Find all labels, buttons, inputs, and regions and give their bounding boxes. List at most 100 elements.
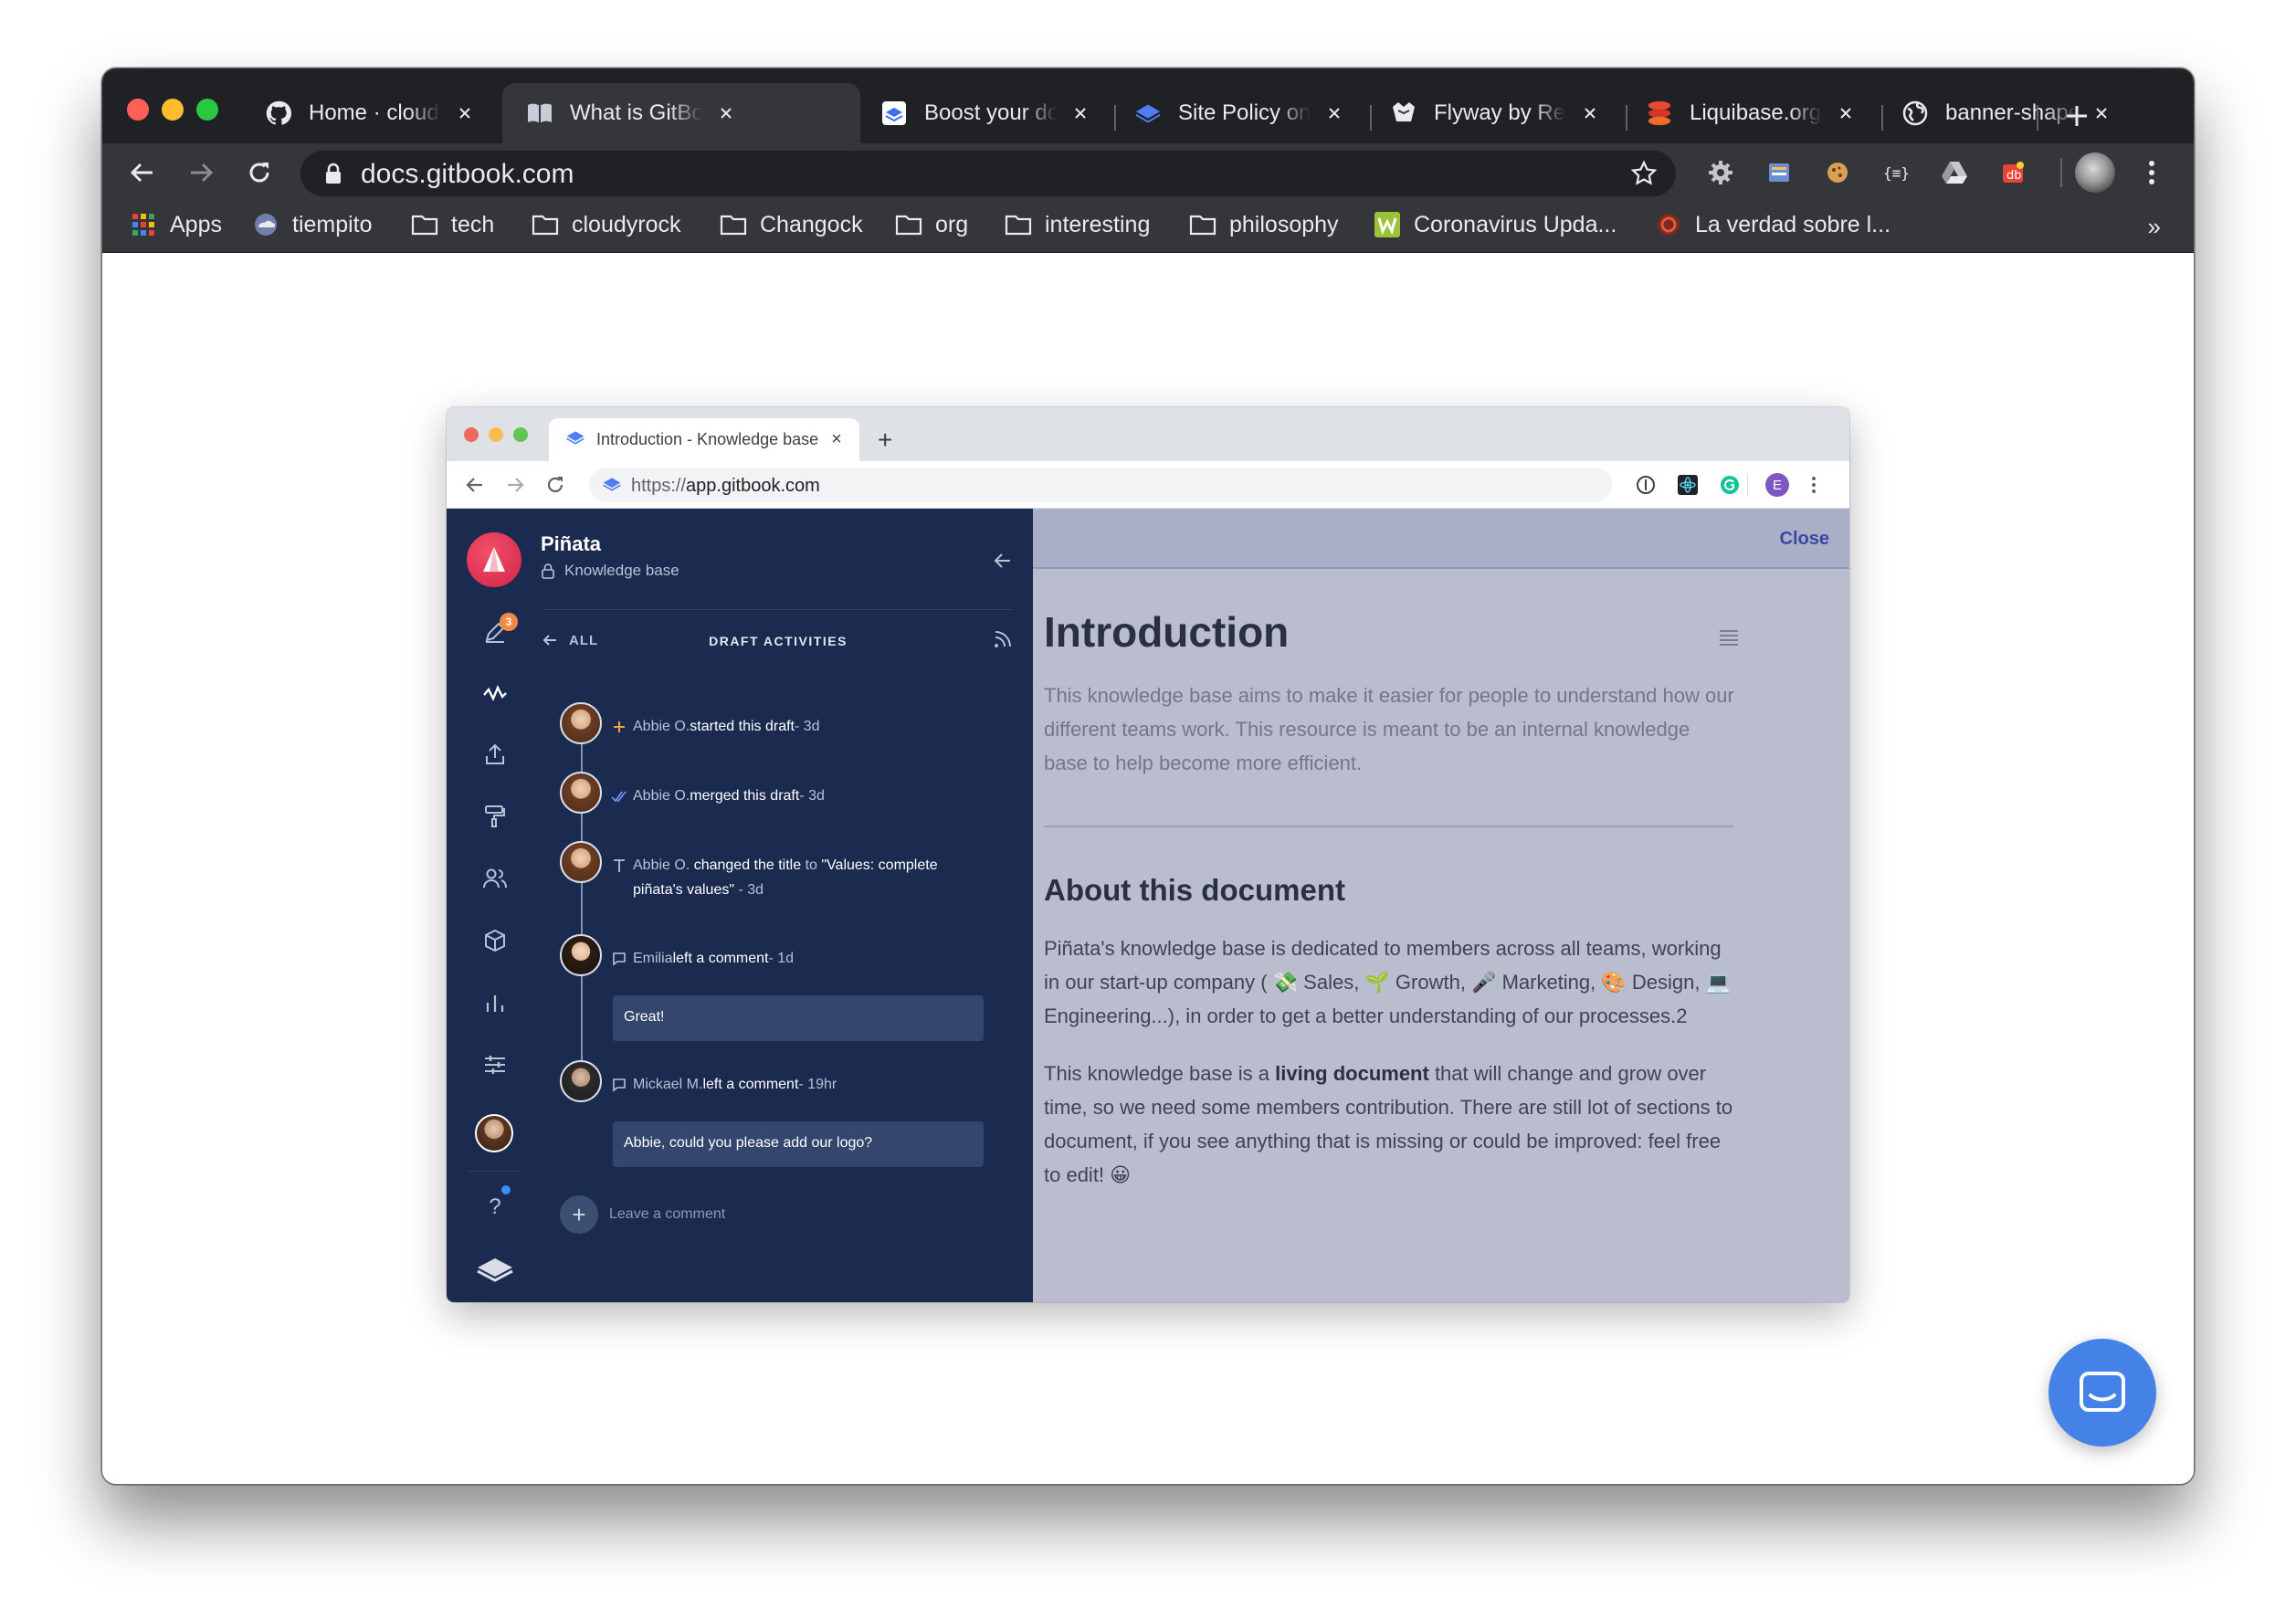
url-scheme: https:// bbox=[631, 476, 687, 496]
reload-button[interactable] bbox=[243, 156, 276, 189]
more-bookmarks-button[interactable]: » bbox=[2148, 213, 2161, 241]
activity-user: Abbie O. bbox=[633, 788, 690, 804]
members-icon bbox=[481, 865, 509, 892]
folder-icon bbox=[895, 211, 922, 238]
profile-avatar[interactable] bbox=[2075, 153, 2115, 193]
bookmark-changock[interactable]: Changock bbox=[720, 211, 863, 238]
cookie-icon[interactable] bbox=[1821, 156, 1854, 189]
tab-liquibase[interactable]: Liquibase.org bbox=[1622, 83, 1859, 143]
close-icon[interactable] bbox=[1577, 100, 1603, 126]
profile-avatar: E bbox=[1765, 473, 1789, 497]
bookmark-interesting[interactable]: interesting bbox=[1005, 211, 1150, 238]
sliders-icon bbox=[481, 1051, 509, 1078]
activity-value-cont: piñata's values" bbox=[633, 882, 735, 898]
tab-github[interactable]: Home · cloudyrock bbox=[241, 83, 478, 143]
section-heading: About this document bbox=[1044, 873, 1345, 907]
tab-title: banner-shape bbox=[1945, 100, 2078, 125]
extension-red-icon[interactable]: db bbox=[1996, 156, 2029, 189]
back-button[interactable] bbox=[126, 156, 159, 189]
bookmark-label: cloudyrock bbox=[572, 211, 681, 237]
arrow-left-icon bbox=[994, 553, 1010, 568]
lock-icon bbox=[324, 163, 342, 189]
json-braces-icon[interactable]: {≡} bbox=[1880, 156, 1912, 189]
extension-card-icon[interactable] bbox=[1763, 156, 1796, 189]
star-icon[interactable] bbox=[1630, 160, 1658, 192]
activity-text: Emilia left a comment - 1d bbox=[611, 946, 794, 971]
table-of-contents-icon bbox=[1718, 629, 1740, 650]
globe-icon bbox=[1901, 100, 1929, 127]
close-icon[interactable] bbox=[1068, 100, 1093, 126]
inner-close-dot bbox=[464, 427, 479, 442]
paragraph: Piñata's knowledge base is dedicated to … bbox=[1044, 937, 1731, 1027]
bookmark-apps[interactable]: Apps bbox=[130, 211, 222, 238]
activity-time: - 3d bbox=[734, 882, 764, 898]
inner-tab-strip: Introduction - Knowledge base × + bbox=[447, 407, 1849, 461]
tab-gitbook-docs[interactable]: What is GitBook? bbox=[502, 83, 860, 143]
bookmark-coronavirus[interactable]: Coronavirus Upda... bbox=[1374, 211, 1617, 238]
close-icon[interactable] bbox=[1322, 100, 1347, 126]
activity-value: "Values: complete bbox=[821, 857, 938, 873]
address-bar[interactable]: docs.gitbook.com bbox=[300, 151, 1676, 196]
bookmark-label: tiempito bbox=[292, 211, 373, 237]
inner-new-tab: + bbox=[878, 426, 893, 454]
activity-time: - 3d bbox=[794, 719, 820, 734]
activity-user: Abbie O. bbox=[633, 719, 690, 734]
avatar-abbie bbox=[560, 841, 602, 883]
settings-gear-icon[interactable] bbox=[1704, 156, 1737, 189]
bookmark-org[interactable]: org bbox=[895, 211, 968, 238]
close-icon[interactable] bbox=[1833, 100, 1859, 126]
github-icon bbox=[265, 100, 292, 127]
bookmark-cloudyrock[interactable]: cloudyrock bbox=[532, 211, 681, 238]
arrow-right-icon bbox=[191, 163, 214, 183]
tab-boost-docs[interactable]: Boost your docs bbox=[857, 83, 1093, 143]
arrow-left-icon bbox=[130, 163, 153, 183]
svg-text:db: db bbox=[2006, 169, 2022, 183]
bookmark-philosophy[interactable]: philosophy bbox=[1189, 211, 1339, 238]
minimize-window-button[interactable] bbox=[162, 99, 184, 121]
bookmark-tech[interactable]: tech bbox=[411, 211, 494, 238]
upload-icon bbox=[481, 741, 509, 768]
browser-toolbar: docs.gitbook.com {≡} db bbox=[102, 143, 2194, 202]
google-drive-icon[interactable] bbox=[1938, 156, 1971, 189]
new-tab-button[interactable] bbox=[2060, 100, 2093, 132]
bookmark-label: La verdad sobre l... bbox=[1695, 211, 1891, 237]
book-icon bbox=[526, 100, 553, 127]
forward-button[interactable] bbox=[184, 156, 217, 189]
url-text: docs.gitbook.com bbox=[361, 159, 574, 189]
space-subtitle-text: Knowledge base bbox=[564, 562, 679, 579]
folder-icon bbox=[411, 211, 438, 238]
maximize-window-button[interactable] bbox=[196, 99, 218, 121]
tab-title: Home · cloudyrock bbox=[309, 100, 441, 125]
url-host: app.gitbook.com bbox=[686, 476, 820, 496]
chat-launcher-button[interactable] bbox=[2048, 1339, 2156, 1446]
activity-action: merged this draft bbox=[690, 788, 800, 804]
activity-action: left a comment bbox=[672, 951, 769, 966]
inner-address-bar: https://app.gitbook.com bbox=[589, 468, 1612, 502]
menu-kebab-icon[interactable] bbox=[2135, 156, 2168, 189]
close-icon[interactable] bbox=[452, 100, 478, 126]
bookmark-la-verdad[interactable]: La verdad sobre l... bbox=[1655, 211, 1891, 238]
close-icon: × bbox=[831, 429, 842, 449]
title-t-icon bbox=[611, 853, 627, 878]
space-subtitle: Knowledge base bbox=[541, 562, 679, 580]
flyway-bird-icon bbox=[1390, 100, 1417, 127]
bookmark-label: tech bbox=[451, 211, 495, 237]
react-devtools-icon bbox=[1676, 473, 1700, 497]
liquibase-icon bbox=[1646, 100, 1673, 127]
gitbook-icon bbox=[602, 477, 622, 496]
close-window-button[interactable] bbox=[127, 99, 149, 121]
gitbook-app: Piñata Knowledge base 3 ? ALL DRAFT ACTI… bbox=[447, 509, 1849, 1302]
tab-strip: Home · cloudyrock What is GitBook? Boost… bbox=[102, 68, 2194, 143]
close-icon[interactable] bbox=[713, 100, 739, 126]
w-icon bbox=[1374, 211, 1401, 238]
activity-text: Abbie O. merged this draft - 3d bbox=[611, 784, 825, 808]
tab-flyway[interactable]: Flyway by Redgate bbox=[1366, 83, 1603, 143]
bookmark-tiempito[interactable]: tiempito bbox=[252, 211, 373, 238]
inner-window-controls bbox=[464, 427, 528, 442]
plus-icon bbox=[2067, 106, 2087, 126]
tab-site-policy[interactable]: Site Policy on bbox=[1111, 83, 1347, 143]
tab-title: What is GitBook? bbox=[570, 100, 702, 125]
paragraph-text: This knowledge base is a bbox=[1044, 1062, 1276, 1085]
activity-action: changed the title bbox=[690, 857, 802, 873]
avatar-mickael bbox=[560, 1060, 602, 1102]
